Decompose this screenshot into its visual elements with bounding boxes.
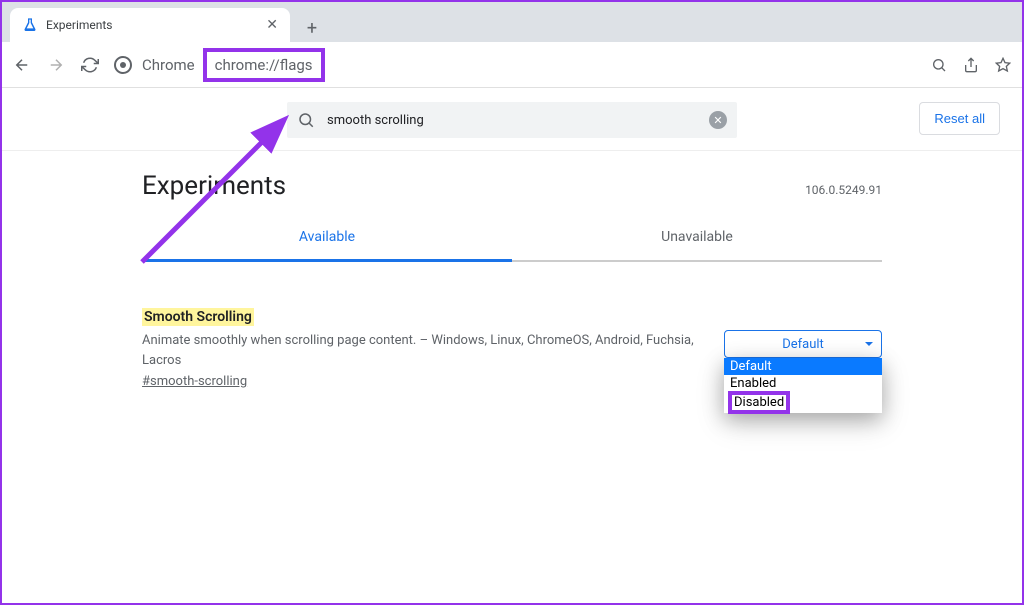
address-bar[interactable]: Chrome chrome://flags <box>114 48 916 82</box>
close-icon[interactable]: ✕ <box>266 17 278 33</box>
reload-button[interactable] <box>80 55 100 75</box>
dropdown-option-default[interactable]: Default <box>724 358 882 375</box>
browser-tabbar: Experiments ✕ + <box>2 2 1022 42</box>
flags-search-input[interactable]: smooth scrolling <box>287 102 737 138</box>
search-row: smooth scrolling ✕ Reset all <box>2 88 1022 151</box>
tabs: Available Unavailable <box>142 215 882 262</box>
clear-search-icon[interactable]: ✕ <box>709 111 727 129</box>
toolbar-right <box>930 56 1012 74</box>
flag-hash[interactable]: #smooth-scrolling <box>142 374 704 389</box>
search-icon[interactable] <box>930 56 948 74</box>
chrome-icon <box>114 56 132 74</box>
flag-smooth-scrolling: Smooth Scrolling Animate smoothly when s… <box>142 262 882 389</box>
address-label: Chrome <box>142 56 195 74</box>
browser-tab[interactable]: Experiments ✕ <box>10 8 290 42</box>
page-title: Experiments <box>142 171 286 201</box>
star-icon[interactable] <box>994 56 1012 74</box>
tab-available[interactable]: Available <box>142 215 512 262</box>
back-button[interactable] <box>12 55 32 75</box>
forward-button[interactable] <box>46 55 66 75</box>
browser-toolbar: Chrome chrome://flags <box>2 42 1022 88</box>
reset-all-button[interactable]: Reset all <box>919 102 1000 135</box>
dropdown-option-enabled[interactable]: Enabled <box>724 375 882 392</box>
tab-title: Experiments <box>46 18 258 32</box>
url-text: chrome://flags <box>203 48 325 82</box>
version-text: 106.0.5249.91 <box>805 183 882 197</box>
flag-select-value: Default <box>782 337 824 352</box>
dropdown-option-disabled[interactable]: Disabled <box>724 392 882 413</box>
flag-dropdown: Default Enabled Disabled <box>724 358 882 413</box>
tab-unavailable[interactable]: Unavailable <box>512 215 882 262</box>
flag-select[interactable]: Default <box>724 330 882 358</box>
flask-icon <box>22 17 38 33</box>
page-content: smooth scrolling ✕ Reset all Experiments… <box>2 88 1022 389</box>
flag-title: Smooth Scrolling <box>142 308 254 326</box>
flag-description: Animate smoothly when scrolling page con… <box>142 331 704 370</box>
search-icon <box>297 111 315 129</box>
new-tab-button[interactable]: + <box>298 14 326 42</box>
share-icon[interactable] <box>962 56 980 74</box>
